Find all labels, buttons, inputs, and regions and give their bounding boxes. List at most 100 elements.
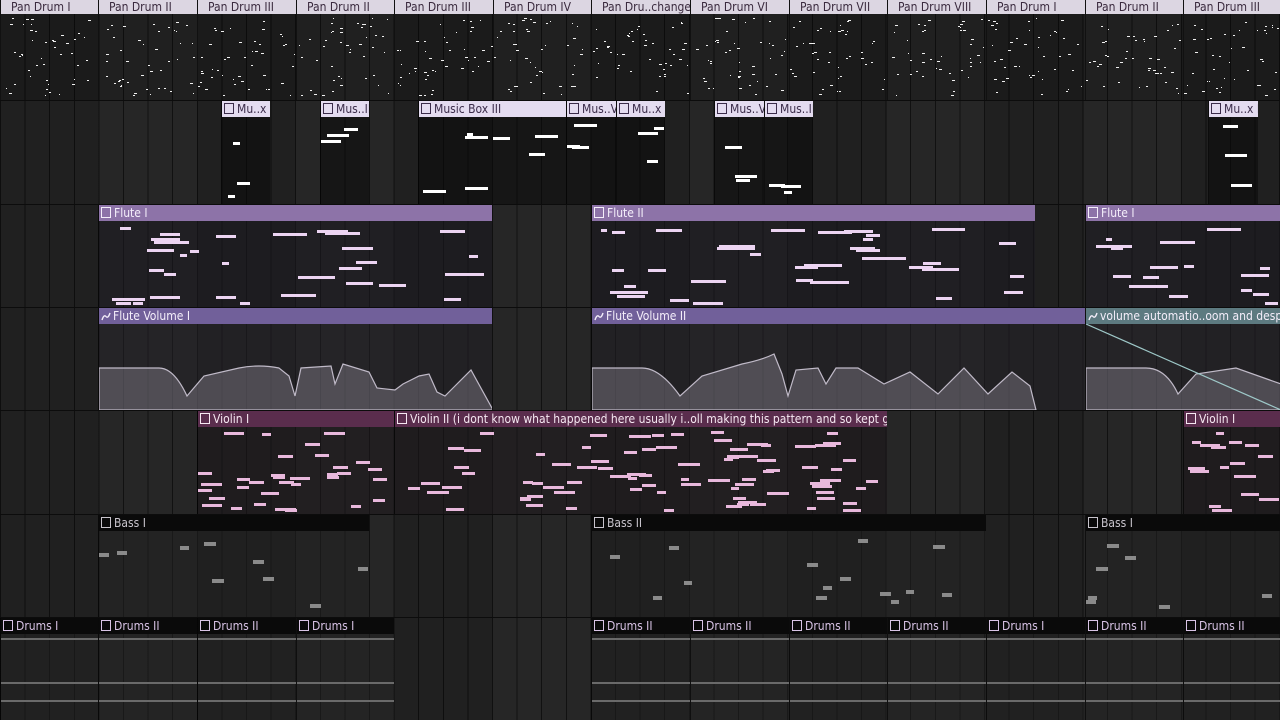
pattern-clip[interactable]: Drums II xyxy=(690,618,789,720)
pattern-clip[interactable]: Drums II xyxy=(1085,618,1183,720)
note xyxy=(1146,86,1148,87)
note xyxy=(1029,75,1030,76)
pattern-clip[interactable]: Pan Dru..change) xyxy=(591,0,690,100)
automation-clip[interactable]: volume automatio..oom and despair xyxy=(1085,308,1280,410)
note xyxy=(290,477,310,480)
pattern-clip[interactable]: Drums II xyxy=(591,618,690,720)
pattern-clip[interactable]: Pan Drum VI xyxy=(690,0,789,100)
pattern-clip[interactable]: Flute I xyxy=(98,205,492,307)
note xyxy=(53,41,56,42)
note xyxy=(337,472,351,475)
drum-lane-line xyxy=(297,700,394,702)
note xyxy=(670,299,689,302)
note xyxy=(838,67,839,68)
pattern-clip[interactable]: Flute I xyxy=(1085,205,1280,307)
pattern-clip[interactable]: Violin I xyxy=(1183,411,1280,514)
note xyxy=(356,261,377,264)
pattern-clip[interactable]: Mu..x I xyxy=(1208,101,1258,204)
pattern-clip[interactable]: Mus..II xyxy=(320,101,369,204)
pattern-clip[interactable]: Flute II xyxy=(591,205,1035,307)
note xyxy=(1061,20,1064,21)
note xyxy=(271,474,285,477)
pattern-clip[interactable]: Pan Drum VII xyxy=(789,0,887,100)
pattern-clip[interactable]: Pan Drum VIII xyxy=(887,0,986,100)
pattern-clip[interactable]: Music Box III xyxy=(418,101,566,204)
note xyxy=(1096,245,1132,248)
note xyxy=(449,50,451,51)
note xyxy=(463,20,465,21)
clip-notes xyxy=(1086,634,1183,720)
clip-notes xyxy=(1086,221,1280,307)
note xyxy=(341,78,342,79)
note xyxy=(923,262,941,265)
pattern-clip[interactable]: Drums II xyxy=(887,618,986,720)
pattern-clip[interactable]: Drums II xyxy=(98,618,197,720)
note xyxy=(659,76,661,77)
pattern-clip[interactable]: Pan Drum I xyxy=(0,0,98,100)
automation-shape xyxy=(99,363,492,410)
pattern-clip[interactable]: Mu..x I xyxy=(221,101,270,204)
note xyxy=(370,26,372,27)
pattern-clip[interactable]: Pan Drum I xyxy=(986,0,1085,100)
pattern-clip[interactable]: Bass I xyxy=(1085,515,1280,617)
pattern-clip[interactable]: Mus..II xyxy=(764,101,813,204)
note xyxy=(14,84,16,85)
note xyxy=(340,28,343,29)
pattern-clip[interactable]: Pan Drum III xyxy=(1183,0,1280,100)
note xyxy=(464,449,481,452)
pattern-clip[interactable]: Drums I xyxy=(986,618,1085,720)
pattern-clip[interactable]: Pan Drum III xyxy=(197,0,296,100)
note xyxy=(36,65,38,66)
playlist-area[interactable]: Pan Drum I Pan Drum II Pan Drum III Pan … xyxy=(0,0,1280,720)
automation-clip[interactable]: Flute Volume II xyxy=(591,308,1085,410)
note xyxy=(535,135,558,138)
note xyxy=(861,58,864,59)
note xyxy=(647,160,658,163)
pattern-clip[interactable]: Drums II xyxy=(1183,618,1280,720)
note xyxy=(155,49,158,50)
note xyxy=(373,499,385,502)
clip-notes xyxy=(888,14,986,100)
pattern-clip[interactable]: Pan Drum II xyxy=(98,0,197,100)
pattern-clip[interactable]: Drums I xyxy=(0,618,98,720)
note xyxy=(691,280,726,283)
clip-label: Pan Drum III xyxy=(208,0,274,14)
clip-notes xyxy=(617,117,665,204)
note xyxy=(714,439,732,442)
automation-clip[interactable]: Flute Volume I xyxy=(98,308,492,410)
pattern-clip[interactable]: Pan Drum III xyxy=(394,0,493,100)
note xyxy=(749,85,751,86)
note xyxy=(379,284,406,287)
pattern-clip[interactable]: Mus..VI xyxy=(714,101,764,204)
clip-notes xyxy=(765,117,813,204)
note xyxy=(1212,509,1232,512)
note xyxy=(190,83,193,84)
pattern-clip[interactable]: Drums I xyxy=(296,618,394,720)
pattern-clip[interactable]: Pan Drum II xyxy=(1085,0,1183,100)
note xyxy=(916,71,918,72)
pattern-clip[interactable]: Bass II xyxy=(591,515,986,617)
pattern-clip[interactable]: Bass I xyxy=(98,515,369,617)
pattern-clip[interactable]: Violin I xyxy=(197,411,394,514)
note xyxy=(170,91,172,92)
note xyxy=(980,62,981,63)
pattern-clip[interactable]: Pan Drum IV xyxy=(493,0,591,100)
clip-notes xyxy=(395,427,887,514)
note xyxy=(681,478,689,481)
note xyxy=(654,127,664,130)
pattern-clip[interactable]: Drums II xyxy=(789,618,887,720)
note xyxy=(733,497,746,500)
note xyxy=(817,59,819,60)
pattern-clip[interactable]: Violin II (i dont know what happened her… xyxy=(394,411,887,514)
pattern-clip[interactable]: Mu..x V xyxy=(616,101,665,204)
pattern-clip[interactable]: Mus..V xyxy=(566,101,616,204)
note xyxy=(669,49,671,50)
pattern-clip[interactable]: Pan Drum II xyxy=(296,0,394,100)
pattern-clip[interactable]: Drums II xyxy=(197,618,296,720)
note xyxy=(292,66,294,67)
note xyxy=(43,64,45,65)
note xyxy=(807,507,816,510)
note xyxy=(472,71,474,72)
note xyxy=(1210,38,1212,39)
note xyxy=(737,503,749,506)
